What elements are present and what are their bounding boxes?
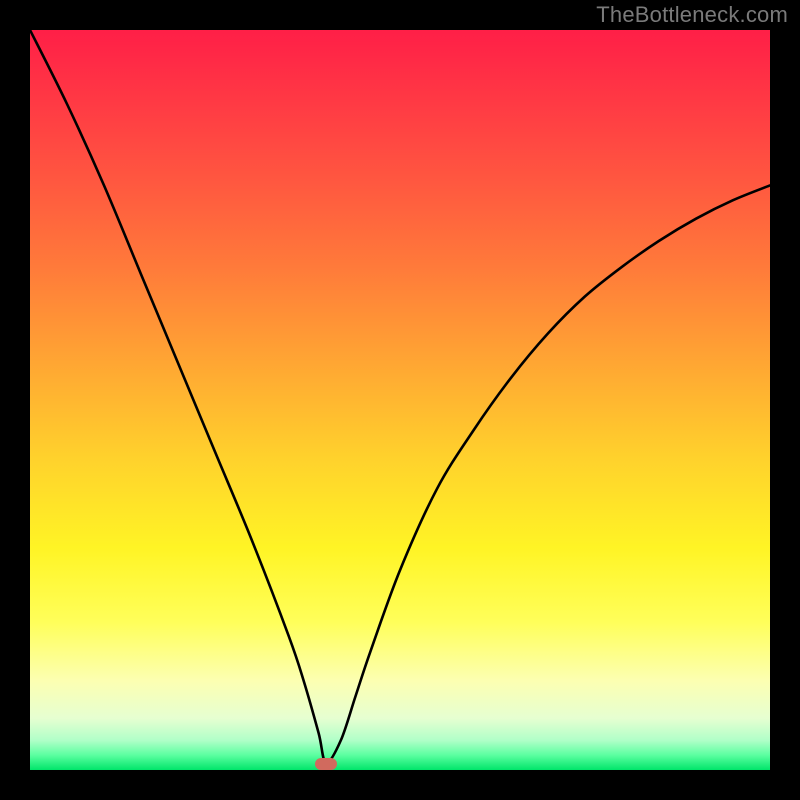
bottleneck-curve [30, 30, 770, 770]
chart-root: TheBottleneck.com [0, 0, 800, 800]
optimal-point-marker [315, 758, 337, 770]
watermark-text: TheBottleneck.com [596, 2, 788, 28]
plot-area [30, 30, 770, 770]
